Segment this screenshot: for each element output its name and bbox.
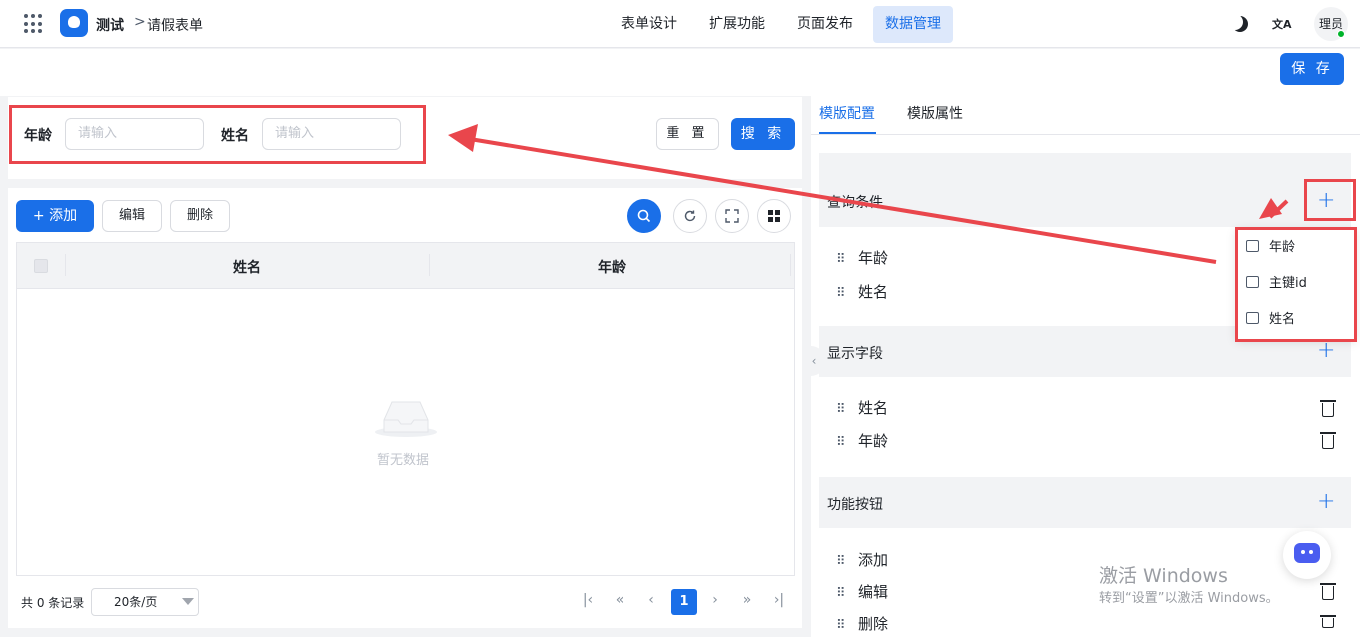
annotation-arrows [448, 124, 1289, 264]
robot-icon [1294, 543, 1320, 563]
annotation-arrowhead [448, 124, 478, 152]
annotation-arrow-line [469, 137, 1217, 264]
activation-watermark-title: 激活 Windows [1099, 565, 1228, 587]
activation-watermark-subtitle: 转到“设置”以激活 Windows。 [1099, 591, 1279, 606]
